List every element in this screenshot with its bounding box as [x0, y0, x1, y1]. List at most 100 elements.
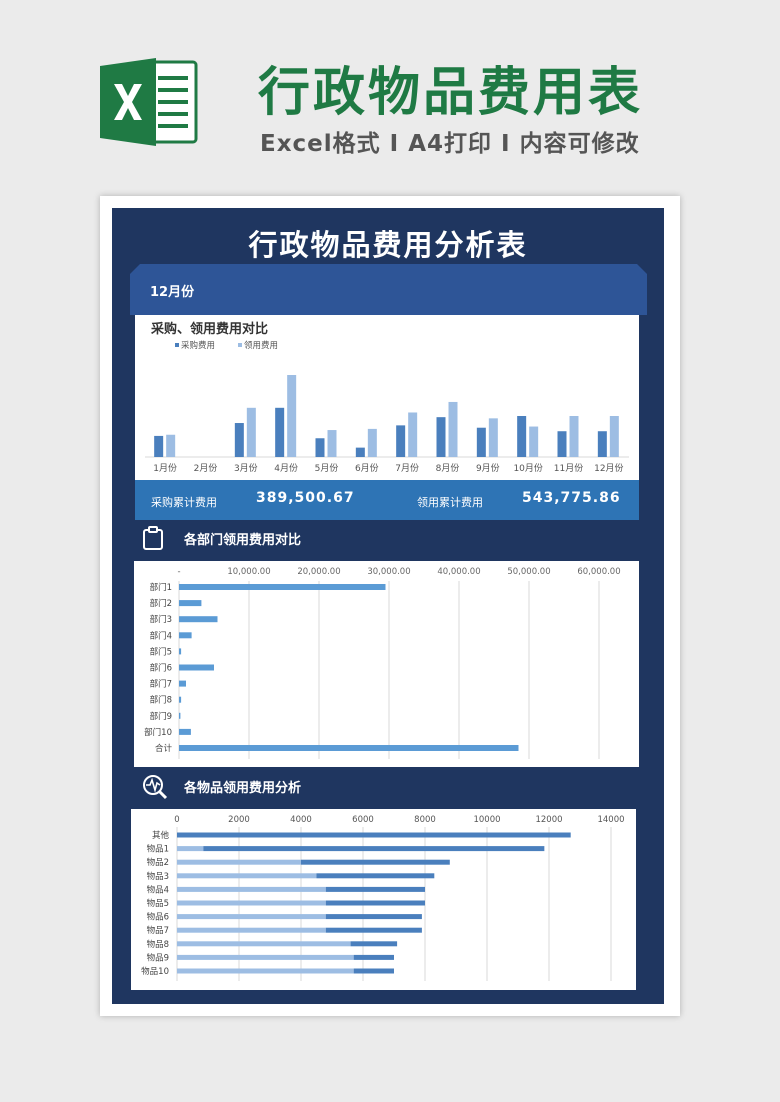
- y-category-label: 部门1: [150, 582, 172, 593]
- dept-chart-panel: - 10,000.00 20,000.00 30,000.00 40,000.00 50,…: [134, 561, 639, 767]
- bar: [179, 632, 192, 639]
- y-category-label: 部门9: [150, 711, 172, 722]
- legend-label: 领用费用: [244, 340, 278, 351]
- items-section-header: 各物品领用费用分析: [142, 774, 442, 802]
- bar-segment: [177, 968, 354, 974]
- bar: [179, 664, 214, 671]
- x-tick-label: 10,000.00: [227, 567, 270, 577]
- x-tick-label: 2000: [228, 815, 250, 825]
- page-header: 行政物品费用表 Excel格式 I A4打印 I 内容可修改: [0, 0, 780, 190]
- bar: [448, 401, 458, 457]
- x-tick-label: 4月份: [274, 462, 298, 474]
- x-tick-label: 40,000.00: [437, 567, 480, 577]
- bar-segment: [353, 954, 394, 960]
- bar: [597, 431, 607, 457]
- analysis-sheet: 行政物品费用分析表 12月份 采购、领用费用对比 采购费用 领用费用 1月份 2月份 3…: [112, 208, 664, 1004]
- y-category-label: 合计: [155, 743, 173, 754]
- x-tick-label: 60,000.00: [577, 567, 620, 577]
- bar: [367, 428, 377, 457]
- items-chart-panel: 0 2000 4000 6000 8000 10000 12000 14000 其他 物品1 物品2…: [131, 809, 636, 990]
- dept-bar-chart: - 10,000.00 20,000.00 30,000.00 40,000.00 50,…: [144, 567, 621, 759]
- x-tick-label: 8000: [414, 815, 436, 825]
- purchase-total-label: 采购累计费用: [151, 496, 217, 509]
- x-tick-label: 4000: [290, 815, 312, 825]
- y-category-label: 物品2: [147, 857, 169, 868]
- x-tick-label: 20,000.00: [297, 567, 340, 577]
- bar: [179, 712, 181, 719]
- bar-segment: [325, 900, 425, 906]
- bar: [355, 447, 365, 457]
- bar-segment: [177, 941, 351, 947]
- bar: [179, 648, 182, 655]
- x-tick-label: 9月份: [476, 462, 500, 474]
- x-tick-label: 50,000.00: [507, 567, 550, 577]
- bar: [569, 416, 579, 457]
- bar-segment: [177, 846, 204, 852]
- x-tick-label: 30,000.00: [367, 567, 410, 577]
- bar: [246, 407, 256, 457]
- monthly-bar-chart: 采购费用 领用费用 1月份 2月份 3月份 4月份 5月份 6月份 7月份 8月份 9月份 10月份 1…: [145, 340, 629, 474]
- x-tick-label: 10月份: [513, 462, 542, 474]
- y-category-label: 物品1: [147, 844, 169, 855]
- y-category-label: 部门4: [150, 630, 172, 641]
- bar: [408, 412, 418, 457]
- use-total-label: 领用累计费用: [417, 496, 483, 509]
- clipboard-icon: [143, 526, 163, 550]
- bar: [166, 434, 176, 457]
- legend-swatch: [175, 343, 179, 347]
- legend-swatch: [238, 343, 242, 347]
- y-category-label: 物品7: [147, 925, 169, 936]
- y-category-label: 物品9: [147, 952, 169, 963]
- monthly-chart-title: 采购、领用费用对比: [151, 322, 269, 337]
- x-tick-label: -: [177, 567, 180, 577]
- y-category-label: 部门5: [150, 646, 172, 657]
- bar: [179, 616, 218, 623]
- bar: [179, 696, 182, 703]
- sheet-title: 行政物品费用分析表: [248, 228, 528, 262]
- bar: [154, 435, 164, 457]
- bar: [179, 680, 186, 687]
- y-category-label: 物品8: [147, 939, 169, 950]
- bar-segment: [350, 941, 398, 947]
- dept-section-header: 各部门领用费用对比: [142, 526, 442, 552]
- bar: [609, 416, 619, 457]
- month-label: 12月份: [150, 285, 195, 300]
- bar: [179, 728, 191, 735]
- summary-band: 采购累计费用 389,500.67 领用累计费用 543,775.86: [135, 480, 639, 520]
- page-subtitle: Excel格式 I A4打印 I 内容可修改: [260, 131, 640, 157]
- bar: [315, 438, 325, 457]
- bar: [179, 745, 519, 751]
- y-category-label: 部门2: [150, 598, 172, 609]
- x-tick-label: 1月份: [153, 462, 177, 474]
- bar-segment: [325, 886, 425, 892]
- bar-segment: [203, 846, 545, 852]
- items-stacked-bar-chart: 0 2000 4000 6000 8000 10000 12000 14000 其他物品1 物品2…: [141, 815, 625, 981]
- use-total-value: 543,775.86: [522, 490, 621, 506]
- bar: [557, 431, 567, 457]
- bar: [179, 600, 202, 607]
- bar: [476, 427, 486, 457]
- x-tick-label: 12月份: [594, 462, 623, 474]
- bar-segment: [177, 886, 326, 892]
- y-category-label: 物品6: [147, 912, 169, 923]
- bar-segment: [177, 954, 354, 960]
- items-section-title: 各物品领用费用分析: [184, 781, 302, 796]
- x-tick-label: 14000: [597, 815, 624, 825]
- bar: [275, 407, 285, 457]
- y-category-label: 部门10: [144, 727, 172, 738]
- bar: [179, 584, 386, 590]
- bar: [517, 416, 527, 457]
- bar: [396, 425, 406, 457]
- legend-label: 采购费用: [181, 340, 215, 351]
- x-tick-label: 5月份: [315, 462, 339, 474]
- x-tick-label: 6000: [352, 815, 374, 825]
- bar-segment: [177, 832, 571, 838]
- y-category-label: 物品5: [147, 898, 169, 909]
- bar-segment: [177, 914, 326, 920]
- bar: [529, 426, 539, 457]
- x-tick-label: 12000: [535, 815, 562, 825]
- bar: [327, 430, 337, 457]
- bar: [287, 375, 297, 457]
- y-category-label: 物品4: [147, 884, 169, 895]
- x-tick-label: 8月份: [436, 462, 460, 474]
